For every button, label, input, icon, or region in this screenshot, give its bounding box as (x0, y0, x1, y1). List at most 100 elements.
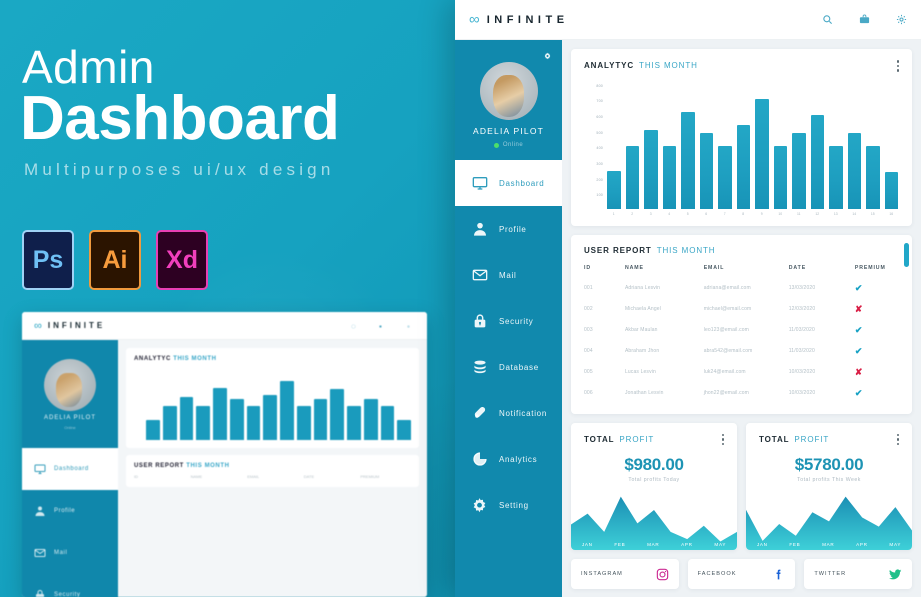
table-row[interactable]: 001 Adriana Lesvin adriana@email.com 13/03/… (584, 278, 899, 299)
cross-icon: ✘ (854, 303, 863, 314)
online-status-dot (493, 142, 499, 148)
app-topbar: ∞ INFINITE (455, 0, 921, 40)
preview-sidebar-item-profile: Profile (22, 490, 118, 532)
preview-chart-bar (246, 405, 261, 440)
sidebar-item-analytics[interactable]: Analytics (455, 436, 562, 482)
cell-name: Adriana Lesvin (624, 285, 661, 291)
dashboard-content: ADELIA PILOT Online Dashboard Profile Ma… (455, 40, 921, 597)
envelope-icon (471, 267, 488, 284)
preview-chart-bar (179, 397, 194, 440)
analytics-title: ANALYTYC THIS MONTH (584, 61, 698, 70)
cell-date: 13/03/2020 (788, 285, 816, 291)
cell-premium: ✔ (855, 278, 899, 299)
cell-premium: ✘ (855, 299, 899, 320)
chart-bar (755, 98, 769, 209)
table-row[interactable]: 004 Abraham Jhon abra542@email.com 11/03/20… (584, 341, 899, 362)
sidebar-item-setting[interactable]: Setting (455, 482, 562, 528)
gear-icon[interactable] (896, 14, 907, 25)
social-cards-row: INSTAGRAM FACEBOOK TWITTER (571, 559, 913, 589)
preview-chart-bar (397, 420, 411, 440)
search-icon[interactable] (822, 14, 833, 25)
briefcase-icon[interactable] (859, 14, 870, 25)
profit-menu-icon[interactable] (896, 433, 899, 445)
preview-sidebar-label: Security (54, 592, 81, 597)
table-row[interactable]: 006 Jonathan Lesvin jhon22@email.com 10/03/… (584, 383, 899, 404)
table-row[interactable]: 005 Lucas Lesvin luk24@email.com 10/03/2020… (584, 362, 899, 383)
social-card[interactable]: TWITTER (804, 559, 913, 589)
cell-name: Michaela Angel (624, 306, 661, 312)
analytics-menu-icon[interactable] (896, 60, 899, 72)
scrollbar-thumb[interactable] (904, 242, 909, 267)
preview-body: ADELIA PILOT Online Dashboard Profile Ma… (22, 340, 427, 597)
month-label: MAY (714, 542, 727, 547)
photoshop-badge: Ps (22, 230, 74, 290)
chart-bar (866, 145, 880, 209)
check-icon: ✔ (854, 282, 863, 293)
social-card[interactable]: INSTAGRAM (571, 559, 679, 589)
cell-email: luk24@email.com (703, 369, 746, 375)
table-row[interactable]: 002 Michaela Angel michael@email.com 12/03/… (584, 299, 899, 320)
column-header-premium: PREMIUM (854, 264, 886, 271)
profit-area-chart: JAN FEB MAR APR MAY (746, 488, 912, 550)
sidebar-item-label: Dashboard (499, 178, 545, 188)
app-logo[interactable]: ∞ INFINITE (469, 12, 569, 27)
chart-x-tick: 12 (815, 211, 820, 216)
social-card[interactable]: FACEBOOK (687, 559, 796, 589)
sidebar-settings-icon[interactable] (543, 48, 552, 66)
dashboard-preview-card: ∞ INFINITE ◌ ▪ ◦ ADELIA PILOT Online Das… (22, 312, 427, 597)
preview-chart-bar (296, 405, 311, 440)
profit-title: TOTAL PROFIT (584, 435, 654, 444)
chart-x-tick: 15 (870, 211, 875, 216)
sidebar-item-dashboard[interactable]: Dashboard (455, 160, 562, 206)
check-icon: ✔ (854, 345, 863, 356)
profit-area-chart: JAN FEB MAR APR MAY (571, 488, 737, 550)
preview-report-title: USER REPORT THIS MONTH (134, 463, 411, 469)
monitor-icon (471, 175, 488, 192)
chart-bar (829, 145, 843, 209)
preview-chart-bar (330, 389, 344, 440)
sidebar-item-notification[interactable]: Notification (455, 390, 562, 436)
preview-sidebar-label: Profile (54, 508, 76, 514)
sidebar-item-database[interactable]: Database (455, 344, 562, 390)
chart-x-tick: 11 (796, 211, 801, 216)
avatar (479, 62, 538, 120)
sidebar-item-mail[interactable]: Mail (455, 252, 562, 298)
month-label: MAY (889, 542, 902, 547)
preview-analytics-card: ANALYTYC THIS MONTH (126, 348, 419, 448)
cell-id: 002 (584, 306, 593, 312)
chart-bar (718, 145, 732, 209)
profit-cards-row: TOTAL PROFIT $980.00 Total profits Today JAN… (571, 422, 912, 550)
month-label: APR (856, 542, 868, 547)
cell-date: 10/03/2020 (788, 390, 816, 396)
chart-y-tick: 400 (596, 146, 603, 151)
chart-bar (773, 145, 787, 209)
sidebar-item-profile[interactable]: Profile (455, 206, 562, 252)
preview-sidebar-label: Mail (54, 550, 68, 556)
chart-x-tick: 5 (686, 211, 689, 216)
table-row[interactable]: 003 Akbar Maulan leo123@email.com 11/03/202… (584, 320, 899, 341)
preview-topbar-icons: ◌ ▪ ◦ (351, 321, 415, 331)
analytics-period: THIS MONTH (639, 61, 698, 71)
dashboard-window: ∞ INFINITE ADELIA PILOT Online Dashboard… (455, 0, 921, 597)
chart-bar (607, 171, 621, 209)
cell-email: leo123@email.com (703, 327, 749, 333)
user-report-header: USER REPORT THIS MONTH (571, 235, 912, 259)
month-label: MAR (822, 542, 835, 547)
preview-chart-bar (313, 398, 328, 440)
chart-x-axis: 1 2 3 4 5 6 7 8 9 10 11 12 13 14 15 16 (603, 209, 898, 216)
user-icon (471, 221, 488, 238)
preview-chart-bar (213, 387, 227, 440)
user-report-title-text: USER REPORT (584, 245, 652, 255)
preview-sidebar-item-dashboard: Dashboard (22, 448, 118, 490)
sidebar-item-security[interactable]: Security (455, 298, 562, 344)
preview-main: ANALYTYC THIS MONTH USER REPORT THIS MON… (118, 340, 427, 597)
preview-sidebar-item-security: Security (22, 574, 118, 597)
profit-title-text: TOTAL (584, 434, 615, 444)
chart-y-tick: 200 (596, 177, 603, 182)
user-report-table: ID NAME EMAIL DATE PREMIUM 001 Adriana Le… (571, 259, 912, 414)
profit-menu-icon[interactable] (721, 433, 724, 445)
cell-premium: ✘ (855, 362, 899, 383)
promo-subtitle: Multipurposes ui/ux design (24, 160, 335, 179)
user-report-period: THIS MONTH (656, 245, 716, 255)
preview-gear-icon: ◦ (407, 321, 410, 331)
